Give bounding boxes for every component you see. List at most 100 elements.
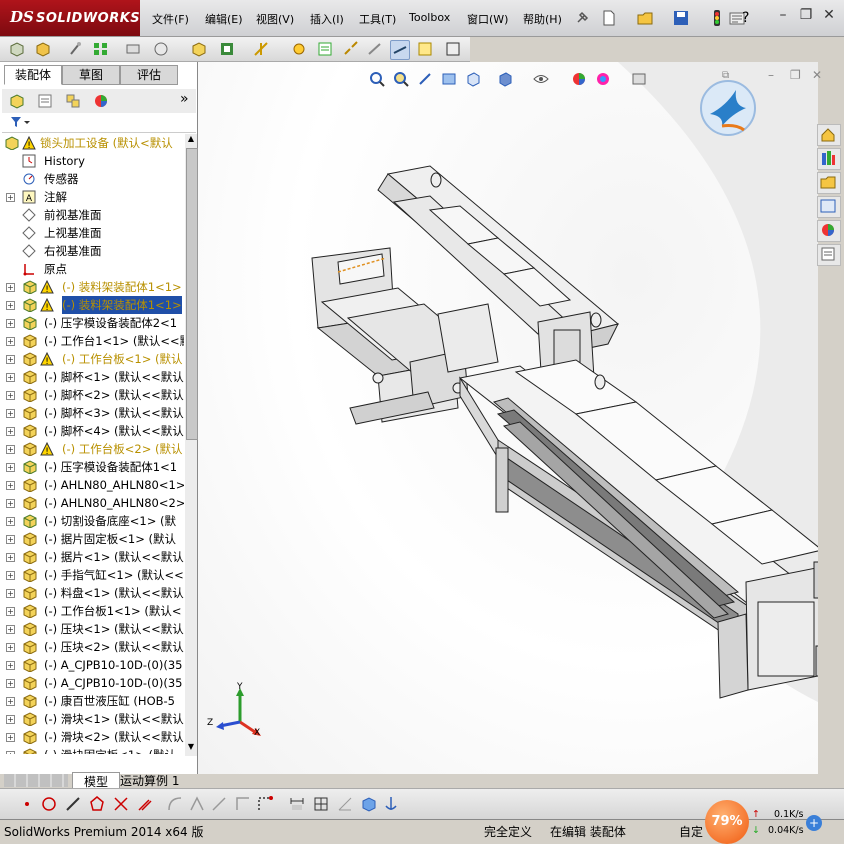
expand-plus-icon[interactable]: +	[6, 499, 15, 508]
previous-view-icon[interactable]	[416, 70, 434, 88]
tree-item[interactable]: + (-) A_CJPB10-10D-(0)(35	[2, 674, 184, 692]
expand-plus-icon[interactable]: +	[6, 337, 15, 346]
corner-icon[interactable]	[234, 795, 252, 813]
display-manager-icon[interactable]	[92, 92, 110, 110]
expand-plus-icon[interactable]: +	[6, 589, 15, 598]
assembly-features-icon[interactable]	[218, 40, 236, 58]
mate-icon[interactable]	[66, 40, 84, 58]
zoom-to-fit-icon[interactable]	[368, 70, 386, 88]
chamfer-icon[interactable]	[166, 795, 184, 813]
show-hidden-components-icon[interactable]	[190, 40, 208, 58]
mirror-icon[interactable]	[188, 795, 206, 813]
menu-edit[interactable]: 编辑(E)	[205, 11, 243, 27]
tree-item[interactable]: +! (-) 工作台板<2> (默认	[2, 440, 184, 458]
expand-plus-icon[interactable]: +	[6, 697, 15, 706]
menu-file[interactable]: 文件(F)	[152, 11, 189, 27]
new-part-icon[interactable]	[34, 40, 52, 58]
tree-item[interactable]: 传感器	[2, 170, 184, 188]
tree-item[interactable]: + (-) 康百世液压缸 (HOB-5	[2, 692, 184, 710]
help-question-icon[interactable]: ?	[742, 9, 760, 27]
tree-item[interactable]: + (-) 工作台1<1> (默认<<默	[2, 332, 184, 350]
property-manager-icon[interactable]	[36, 92, 54, 110]
tree-item[interactable]: + (-) 据片固定板<1> (默认	[2, 530, 184, 548]
tree-item[interactable]: + (-) 切割设备底座<1> (默	[2, 512, 184, 530]
tree-item[interactable]: + (-) 脚杯<2> (默认<<默认	[2, 386, 184, 404]
tree-item[interactable]: + (-) 脚杯<1> (默认<<默认	[2, 368, 184, 386]
tree-item[interactable]: + (-) AHLN80_AHLN80<2> (	[2, 494, 184, 512]
anchor-icon[interactable]	[382, 795, 400, 813]
tree-item[interactable]: + (-) AHLN80_AHLN80<1> (	[2, 476, 184, 494]
add-plus-icon[interactable]: +	[806, 815, 822, 831]
insert-component-icon[interactable]	[8, 40, 26, 58]
explode-line-sketch-icon[interactable]	[366, 40, 384, 58]
viewport-maximize-icon[interactable]: ❐	[790, 68, 801, 82]
menu-window[interactable]: 窗口(W)	[467, 11, 508, 27]
tree-item[interactable]: + (-) 料盘<1> (默认<<默认	[2, 584, 184, 602]
expand-plus-icon[interactable]: +	[6, 661, 15, 670]
expand-plus-icon[interactable]: +	[6, 679, 15, 688]
tree-item[interactable]: + (-) 压字模设备装配体1<1	[2, 458, 184, 476]
expand-plus-icon[interactable]: +	[6, 391, 15, 400]
solidworks-resources-home-icon[interactable]	[817, 124, 841, 146]
display-style-icon[interactable]	[496, 70, 514, 88]
grid-icon[interactable]	[312, 795, 330, 813]
section-view-icon[interactable]	[440, 70, 458, 88]
tree-item[interactable]: + (-) 滑块<2> (默认<<默认	[2, 728, 184, 746]
offset-icon[interactable]	[136, 795, 154, 813]
expand-plus-icon[interactable]: +	[6, 571, 15, 580]
menu-insert[interactable]: 插入(I)	[310, 11, 344, 27]
exploded-view-icon[interactable]	[342, 40, 360, 58]
viewport-close-icon[interactable]: ✕	[812, 68, 822, 82]
point-icon[interactable]	[18, 795, 36, 813]
expand-plus-icon[interactable]: +	[6, 625, 15, 634]
tree-item[interactable]: +! (-) 装料架装配体1<1>	[2, 278, 184, 296]
tab-sketch[interactable]: 草图	[62, 65, 120, 85]
scroll-down-arrow-icon[interactable]: ▼	[186, 742, 196, 752]
expand-plus-icon[interactable]: +	[6, 319, 15, 328]
expand-plus-icon[interactable]: +	[6, 715, 15, 724]
tree-item[interactable]: + (-) 手指气缸<1> (默认<<	[2, 566, 184, 584]
tree-item[interactable]: + (-) 压块<2> (默认<<默认	[2, 638, 184, 656]
tree-item[interactable]: + (-) 滑块固定板<1> (默认	[2, 746, 184, 754]
appearances-scenes-icon[interactable]	[817, 220, 841, 242]
tree-item[interactable]: +! (-) 工作台板<1> (默认	[2, 350, 184, 368]
scroll-up-arrow-icon[interactable]: ▲	[186, 134, 196, 144]
pin-icon[interactable]	[573, 9, 591, 27]
expand-plus-icon[interactable]: +	[6, 301, 15, 310]
linear-pattern-icon[interactable]	[92, 40, 110, 58]
expand-plus-icon[interactable]: +	[6, 517, 15, 526]
edit-appearance-icon[interactable]	[570, 70, 588, 88]
tree-item[interactable]: + A 注解	[2, 188, 184, 206]
save-icon[interactable]	[672, 9, 690, 27]
tab-assembly[interactable]: 装配体	[4, 65, 62, 85]
expand-plus-icon[interactable]: +	[6, 751, 15, 754]
tree-item[interactable]: + (-) A_CJPB10-10D-(0)(35	[2, 656, 184, 674]
expand-plus-icon[interactable]: +	[6, 193, 15, 202]
view-settings-icon[interactable]	[630, 70, 648, 88]
tree-root-assembly[interactable]: ! 锁头加工设备 (默认<默认	[2, 134, 184, 152]
zoom-to-area-icon[interactable]	[392, 70, 410, 88]
solidworks-resources-bird-icon[interactable]	[696, 76, 760, 138]
file-explorer-icon[interactable]	[817, 172, 841, 194]
menu-help[interactable]: 帮助(H)	[523, 11, 562, 27]
hide-show-items-icon[interactable]	[532, 70, 550, 88]
tree-item[interactable]: + (-) 脚杯<4> (默认<<默认	[2, 422, 184, 440]
expand-plus-icon[interactable]: +	[6, 355, 15, 364]
smart-fasteners-icon[interactable]	[124, 40, 142, 58]
view-palette-icon[interactable]	[817, 196, 841, 218]
tree-item[interactable]: History	[2, 152, 184, 170]
angle-icon[interactable]	[336, 795, 354, 813]
open-folder-icon[interactable]	[636, 9, 654, 27]
tab-evaluate[interactable]: 评估	[120, 65, 178, 85]
restore-window-icon[interactable]: ❐	[797, 6, 815, 24]
instant3d-icon[interactable]	[444, 40, 462, 58]
polygon-icon[interactable]	[88, 795, 106, 813]
expand-plus-icon[interactable]: +	[6, 643, 15, 652]
viewport-restore-icon[interactable]: ⧉	[722, 70, 729, 81]
expand-plus-icon[interactable]: +	[6, 553, 15, 562]
tree-item[interactable]: + (-) 脚杯<3> (默认<<默认	[2, 404, 184, 422]
solidworks-logo[interactable]: DS SOLIDWORKS	[0, 0, 140, 36]
expand-plus-icon[interactable]: +	[6, 535, 15, 544]
convert-entities-icon[interactable]	[256, 795, 274, 813]
bill-of-materials-icon[interactable]	[316, 40, 334, 58]
